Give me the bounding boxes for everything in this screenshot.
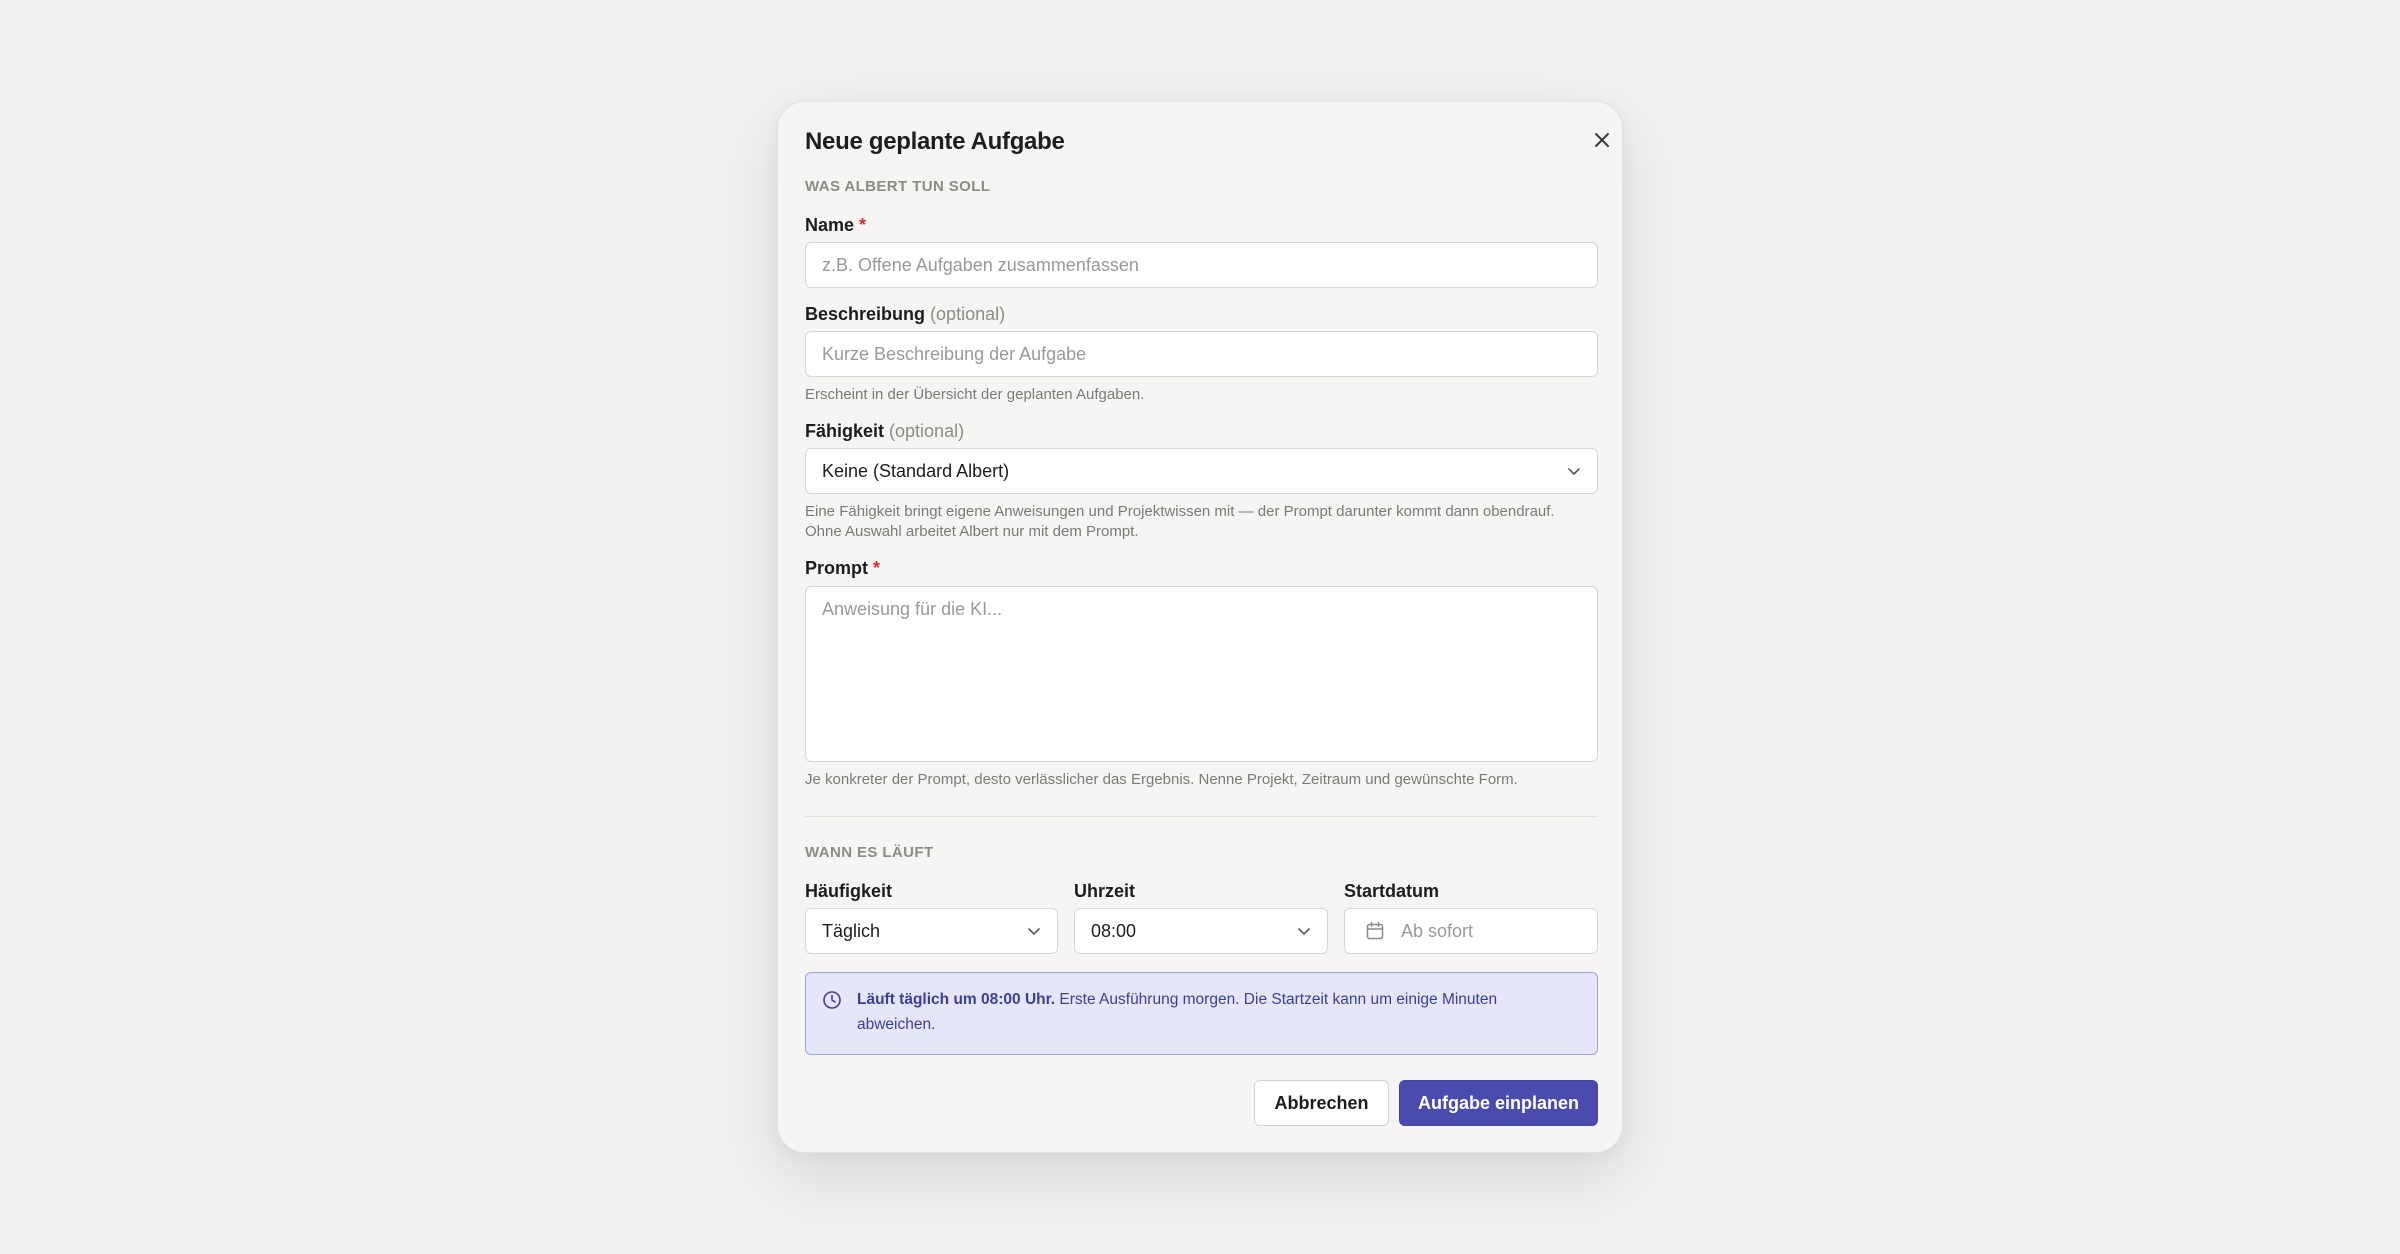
required-mark: * <box>859 215 867 235</box>
time-label: Uhrzeit <box>1074 881 1136 901</box>
chevron-down-icon <box>1568 468 1580 475</box>
close-icon <box>1595 133 1609 147</box>
name-placeholder: z.B. Offene Aufgaben zusammenfassen <box>822 254 1139 275</box>
description-placeholder: Kurze Beschreibung der Aufgabe <box>822 343 1087 364</box>
name-input[interactable]: z.B. Offene Aufgaben zusammenfassen <box>805 242 1598 288</box>
description-label-text: Beschreibung <box>805 304 926 324</box>
required-mark: * <box>873 558 881 578</box>
frequency-select[interactable]: Täglich <box>805 908 1058 954</box>
name-label: Name * <box>805 215 866 236</box>
description-label: Beschreibung (optional) <box>805 304 1005 325</box>
dialog-title: Neue geplante Aufgabe <box>805 128 1065 155</box>
section-divider <box>805 816 1598 817</box>
prompt-hint: Je konkreter der Prompt, desto verlässli… <box>805 771 1518 788</box>
prompt-textarea[interactable]: Anweisung für die KI... <box>805 586 1598 762</box>
description-hint: Erscheint in der Übersicht der geplanten… <box>805 386 1145 403</box>
close-button[interactable] <box>1582 120 1622 160</box>
prompt-label: Prompt * <box>805 558 880 579</box>
start-date-placeholder: Ab sofort <box>1401 920 1474 941</box>
description-input[interactable]: Kurze Beschreibung der Aufgabe <box>805 331 1598 377</box>
skill-select[interactable]: Keine (Standard Albert) <box>805 448 1598 494</box>
optional-tag: (optional) <box>930 304 1006 324</box>
skill-label-text: Fähigkeit <box>805 421 885 441</box>
frequency-value: Täglich <box>822 920 881 941</box>
cancel-button[interactable]: Abbrechen <box>1254 1080 1389 1126</box>
skill-hint-line2: Ohne Auswahl arbeitet Albert nur mit dem… <box>805 523 1139 540</box>
schedule-info-bold: Läuft täglich um 08:00 Uhr. <box>857 991 1056 1008</box>
chevron-down-icon <box>1298 928 1310 935</box>
schedule-task-button[interactable]: Aufgabe einplanen <box>1399 1080 1598 1126</box>
skill-hint-line1: Eine Fähigkeit bringt eigene Anweisungen… <box>805 503 1555 520</box>
start-date-label: Startdatum <box>1344 881 1440 901</box>
clock-icon <box>823 991 841 1009</box>
schedule-info-box: Läuft täglich um 08:00 Uhr. Erste Ausfüh… <box>805 972 1598 1055</box>
optional-tag: (optional) <box>889 421 965 441</box>
skill-select-value: Keine (Standard Albert) <box>822 460 1010 481</box>
schedule-info-text: Läuft täglich um 08:00 Uhr. Erste Ausfüh… <box>857 987 1577 1037</box>
name-label-text: Name <box>805 215 855 235</box>
prompt-label-text: Prompt <box>805 558 868 578</box>
start-date-input[interactable]: Ab sofort <box>1344 908 1598 954</box>
calendar-icon <box>1366 922 1384 940</box>
time-select[interactable]: 08:00 <box>1074 908 1328 954</box>
prompt-placeholder: Anweisung für die KI... <box>822 599 1003 619</box>
section-label-what: WAS ALBERT TUN SOLL <box>805 178 991 195</box>
chevron-down-icon <box>1028 928 1040 935</box>
frequency-label: Häufigkeit <box>805 881 893 901</box>
new-scheduled-task-dialog: Neue geplante Aufgabe WAS ALBERT TUN SOL… <box>777 101 1623 1153</box>
section-label-when: WANN ES LÄUFT <box>805 844 934 861</box>
skill-label: Fähigkeit (optional) <box>805 421 964 442</box>
time-value: 08:00 <box>1091 920 1137 941</box>
